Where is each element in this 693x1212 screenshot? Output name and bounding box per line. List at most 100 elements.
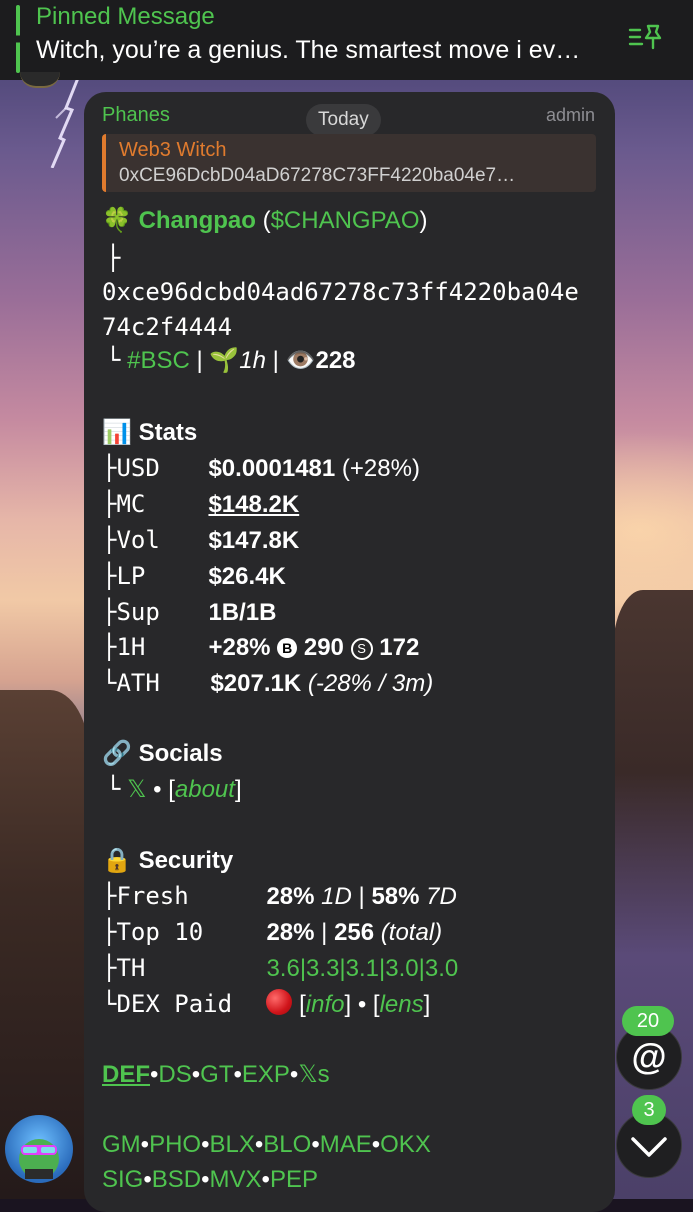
stat-value: $0.0001481 — [208, 455, 336, 482]
ds-link[interactable]: DS — [158, 1061, 191, 1088]
top-holders-links[interactable]: 3.6|3.3|3.1|3.0|3.0 — [266, 955, 458, 982]
stat-row-mc: ├MC $148.2K — [102, 490, 299, 519]
stat-row-vol: ├Vol $147.8K — [102, 526, 299, 555]
stat-row-1h: ├1H +28% B 290 S 172 — [102, 633, 419, 662]
okx-link[interactable]: OKX — [380, 1131, 431, 1158]
tree-branch: ├ — [102, 633, 117, 661]
reply-text: 0xCE96DcbD04aD67278C73FF4220ba04e7… — [119, 165, 516, 186]
contract-address-line2[interactable]: 74c2f4444 — [102, 313, 232, 341]
bullet: • — [371, 1131, 381, 1158]
tree-branch: ├ — [102, 490, 117, 518]
stat-key: USD — [116, 454, 160, 482]
mvx-link[interactable]: MVX — [210, 1166, 262, 1193]
info-link[interactable]: info — [306, 991, 345, 1018]
pin-list-icon[interactable] — [628, 20, 664, 56]
pep-link[interactable]: PEP — [270, 1166, 318, 1193]
bracket: ] — [344, 991, 352, 1018]
tree-branch: ├ — [102, 882, 117, 910]
stat-key: Sup — [116, 598, 160, 626]
bsd-link[interactable]: BSD — [152, 1166, 201, 1193]
clover-icon: 🍀 — [102, 207, 132, 234]
stats-title: Stats — [138, 419, 198, 446]
reply-sender: Web3 Witch — [119, 139, 227, 161]
stat-row-sup: ├Sup 1B/1B — [102, 598, 276, 627]
sender-role: admin — [545, 105, 595, 125]
separator: | — [196, 347, 203, 374]
pho-link[interactable]: PHO — [149, 1131, 201, 1158]
def-link[interactable]: DEF — [102, 1061, 150, 1088]
links-row-2: GM•PHO•BLX•BLO•MAE•OKX — [102, 1131, 431, 1159]
links-row-3: SIG•BSD•MVX•PEP — [102, 1166, 318, 1194]
tree-end: └ — [106, 775, 121, 803]
buy-count: 290 — [303, 634, 344, 661]
security-key: Fresh — [116, 882, 189, 910]
pinned-message-bar[interactable]: Pinned Message Witch, you’re a genius. T… — [0, 0, 693, 80]
security-key: Top 10 — [116, 918, 204, 946]
token-name-link[interactable]: Changpao — [139, 207, 256, 234]
wallpaper-lightning — [50, 78, 80, 168]
separator: | — [272, 347, 279, 374]
security-heading: 🔒 Security — [102, 846, 233, 875]
tree-branch: ├ — [102, 562, 117, 590]
bullet: • — [201, 1131, 210, 1158]
stat-row-lp: ├LP $26.4K — [102, 562, 286, 591]
stat-key: 1H — [116, 633, 146, 661]
bullet: • — [140, 1131, 150, 1158]
blo-link[interactable]: BLO — [263, 1131, 311, 1158]
bracket: [ — [299, 991, 306, 1018]
mae-link[interactable]: MAE — [320, 1131, 372, 1158]
contract-address-line1[interactable]: 0xce96dcbd04ad67278c73ff4220ba04e — [102, 278, 579, 306]
market-cap-link[interactable]: $148.2K — [208, 491, 299, 518]
period: 1D — [321, 883, 352, 910]
about-link[interactable]: about — [175, 776, 235, 803]
chain-hashtag[interactable]: #BSC — [127, 347, 190, 374]
holder-count: 256 — [334, 919, 375, 946]
pinned-indicator — [16, 5, 20, 73]
security-row-fresh: ├Fresh 28% 1D | 58% 7D — [102, 882, 457, 911]
message-bubble[interactable]: Phanes Today admin Web3 Witch 0xCE96DcbD… — [84, 92, 615, 1212]
date-chip: Today — [306, 104, 381, 136]
fresh-1d: 28% — [266, 883, 315, 910]
stats-heading: 📊 Stats — [102, 418, 197, 447]
stat-value: $147.8K — [208, 527, 300, 554]
lens-link[interactable]: lens — [380, 991, 424, 1018]
pinned-title: Pinned Message — [36, 3, 215, 30]
pepe-avatar-icon — [19, 1139, 59, 1179]
tree-branch: ├ — [102, 598, 117, 626]
bullet: • — [153, 776, 162, 803]
x-search-link[interactable]: 𝕏s — [298, 1061, 329, 1088]
token-ticker-link[interactable]: $CHANGPAO — [271, 207, 420, 234]
sender-name[interactable]: Phanes — [102, 104, 170, 127]
links-row-1: DEF•DS•GT•EXP•𝕏s — [102, 1060, 330, 1089]
security-row-th: ├TH 3.6|3.3|3.1|3.0|3.0 — [102, 954, 458, 983]
socials-title: Socials — [138, 740, 223, 767]
exp-link[interactable]: EXP — [242, 1061, 290, 1088]
lock-icon: 🔒 — [102, 847, 132, 874]
view-count: 228 — [315, 347, 356, 374]
tree-branch: ├ — [106, 244, 121, 272]
gt-link[interactable]: GT — [200, 1061, 233, 1088]
security-title: Security — [138, 847, 234, 874]
sig-link[interactable]: SIG — [102, 1166, 143, 1193]
reply-quote[interactable]: Web3 Witch 0xCE96DcbD04aD67278C73FF4220b… — [102, 134, 596, 192]
red-circle-icon — [266, 989, 293, 1015]
bar-chart-icon: 📊 — [102, 419, 132, 446]
avatar[interactable] — [5, 1115, 73, 1183]
total-note: (total) — [380, 919, 443, 946]
separator: | — [321, 919, 328, 946]
bullet: • — [357, 991, 367, 1018]
security-key: DEX Paid — [116, 990, 233, 1018]
gm-link[interactable]: GM — [102, 1131, 141, 1158]
tree-end: └ — [102, 990, 117, 1018]
buy-icon: B — [277, 638, 298, 658]
pinned-text: Witch, you’re a genius. The smartest mov… — [36, 36, 581, 64]
sell-icon: S — [350, 638, 373, 660]
stat-key: ATH — [116, 669, 160, 697]
blx-link[interactable]: BLX — [210, 1131, 255, 1158]
bullet: • — [261, 1166, 270, 1193]
stat-key: MC — [116, 490, 146, 518]
tree-end: └ — [106, 346, 121, 374]
x-link[interactable]: 𝕏 — [127, 776, 146, 803]
stat-row-ath: └ATH $207.1K (-28% / 3m) — [102, 669, 433, 698]
top10-share: 28% — [266, 919, 315, 946]
